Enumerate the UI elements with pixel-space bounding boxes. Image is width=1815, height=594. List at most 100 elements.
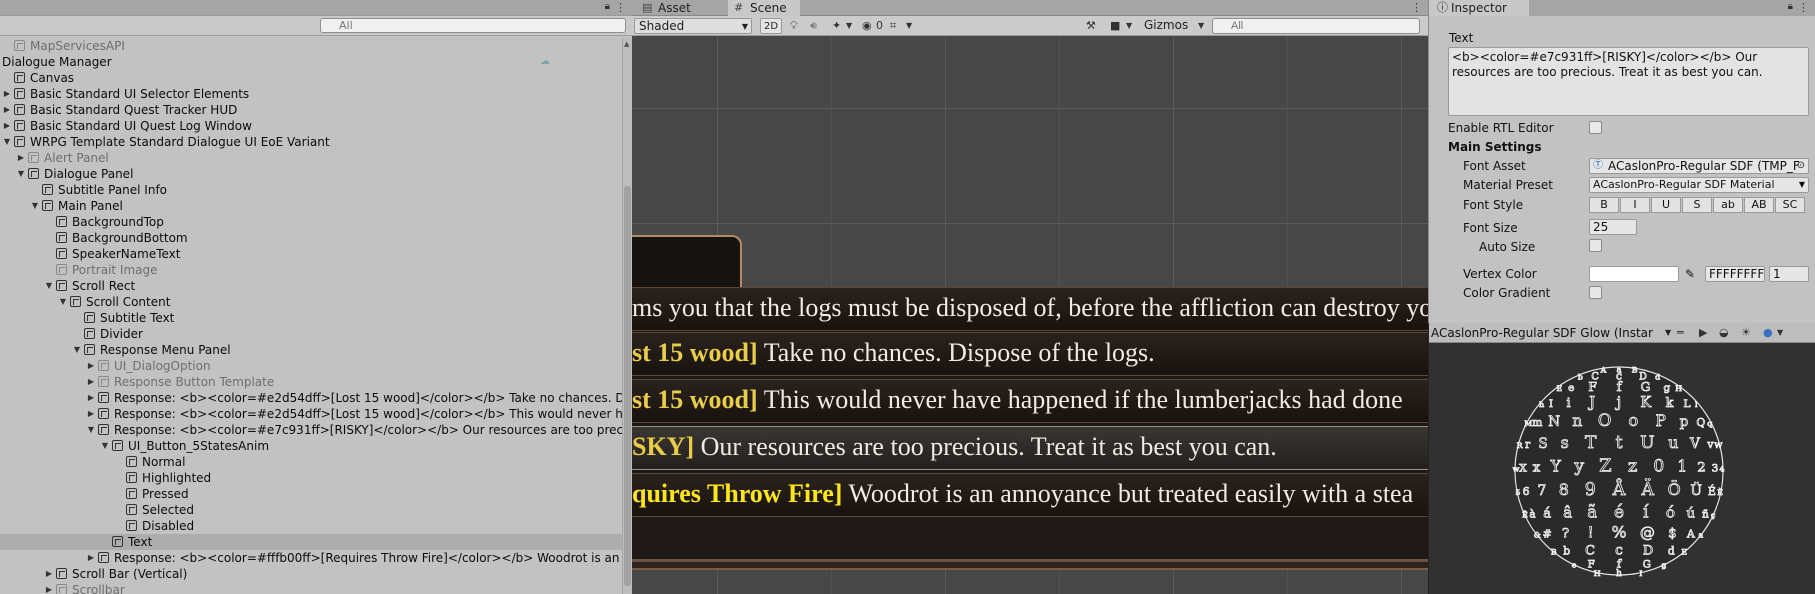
chevron-down-icon[interactable]: ▼: [1198, 18, 1204, 34]
hierarchy-item[interactable]: Pressed: [0, 486, 622, 502]
vertex-color-hex-field[interactable]: FFFFFFFF: [1705, 266, 1765, 282]
eyedropper-icon[interactable]: ✎: [1685, 267, 1695, 281]
hierarchy-item[interactable]: ▼ Scroll Rect: [0, 278, 622, 294]
expand-down-arrow-icon[interactable]: ▼: [58, 294, 68, 310]
hierarchy-item[interactable]: Canvas: [0, 70, 622, 86]
gizmos-button[interactable]: Gizmos: [1144, 18, 1188, 34]
hierarchy-item[interactable]: ▼ Main Panel: [0, 198, 622, 214]
material-preset-dropdown[interactable]: ACaslonPro-Regular SDF Material ▼: [1589, 177, 1809, 193]
vertex-color-swatch[interactable]: [1589, 266, 1679, 282]
light-toggle-icon[interactable]: ☀: [1741, 325, 1751, 341]
expand-down-arrow-icon[interactable]: ▼: [2, 134, 12, 150]
expand-right-arrow-icon[interactable]: ▶: [86, 374, 96, 390]
effects-icon[interactable]: ✦: [832, 18, 841, 34]
preview-material-name[interactable]: ACaslonPro-Regular SDF Glow (Instar: [1431, 325, 1663, 341]
timeline-icon[interactable]: ═: [1677, 325, 1684, 341]
expand-down-arrow-icon[interactable]: ▼: [72, 342, 82, 358]
expand-right-arrow-icon[interactable]: ▶: [86, 550, 96, 566]
expand-right-arrow-icon[interactable]: ▶: [44, 582, 54, 594]
font-style-strikethrough-button[interactable]: S: [1682, 197, 1712, 213]
color-gradient-checkbox[interactable]: [1589, 286, 1602, 299]
expand-right-arrow-icon[interactable]: ▶: [86, 358, 96, 374]
response-button[interactable]: st 15 wood] Take no chances. Dispose of …: [632, 332, 1428, 376]
response-button[interactable]: quires Throw Fire] Woodrot is an annoyan…: [632, 473, 1428, 517]
response-button[interactable]: SKY] Our resources are too precious. Tre…: [632, 426, 1428, 470]
hierarchy-item[interactable]: ▼ Scroll Content: [0, 294, 622, 310]
camera-icon[interactable]: ■: [1110, 18, 1120, 34]
hierarchy-item[interactable]: ▶ Basic Standard UI Quest Log Window: [0, 118, 622, 134]
tab-asset-store[interactable]: ▤ Asset Store: [636, 0, 726, 31]
kebab-menu-icon[interactable]: ⋮: [615, 1, 626, 14]
shading-mode-dropdown[interactable]: Shaded ▼: [634, 18, 752, 34]
grid-snap-icon[interactable]: ⌗: [890, 18, 896, 34]
expand-down-arrow-icon[interactable]: ▼: [30, 198, 40, 214]
enable-rtl-checkbox[interactable]: [1589, 121, 1602, 134]
audio-icon[interactable]: 🔊︎: [810, 18, 817, 34]
hierarchy-item[interactable]: Selected: [0, 502, 622, 518]
hierarchy-item[interactable]: Divider: [0, 326, 622, 342]
hierarchy-item[interactable]: ▼ Response Menu Panel: [0, 342, 622, 358]
expand-down-arrow-icon[interactable]: ▼: [100, 438, 110, 454]
hierarchy-item[interactable]: Normal: [0, 454, 622, 470]
expand-right-arrow-icon[interactable]: ▶: [44, 566, 54, 582]
auto-size-checkbox[interactable]: [1589, 239, 1602, 252]
hierarchy-item[interactable]: BackgroundTop: [0, 214, 622, 230]
hierarchy-item[interactable]: ▶ Response: <b><color=#e2d54dff>[Lost 15 …: [0, 406, 632, 422]
scene-search-input[interactable]: [1212, 18, 1420, 34]
toggle-2d-button[interactable]: 2D: [760, 18, 782, 34]
hierarchy-item[interactable]: Text: [0, 534, 622, 550]
font-style-lowercase-button[interactable]: ab: [1713, 197, 1743, 213]
hierarchy-item[interactable]: Dialogue Manager: [0, 54, 622, 70]
vertex-alpha-field[interactable]: 1: [1769, 266, 1809, 282]
hierarchy-item[interactable]: ▼ WRPG Template Standard Dialogue UI EoE …: [0, 134, 622, 150]
hierarchy-item[interactable]: Highlighted: [0, 470, 622, 486]
hierarchy-item[interactable]: Disabled: [0, 518, 622, 534]
font-style-smallcaps-button[interactable]: SC: [1775, 197, 1805, 213]
chevron-down-icon[interactable]: ▼: [1665, 325, 1671, 341]
hierarchy-item[interactable]: ▶ Response: <b><color=#fffb00ff>[Requires…: [0, 550, 632, 566]
chevron-down-icon[interactable]: ▼: [846, 18, 852, 34]
hierarchy-item[interactable]: ▶ Scrollbar: [0, 582, 622, 594]
lighting-icon[interactable]: 💡︎: [790, 18, 798, 34]
response-button[interactable]: st 15 wood] This would never have happen…: [632, 379, 1428, 423]
play-icon[interactable]: ▶: [1699, 325, 1707, 341]
hierarchy-item[interactable]: ▼ UI_Button_5StatesAnim: [0, 438, 622, 454]
tools-icon[interactable]: ⚒: [1086, 18, 1096, 34]
expand-right-arrow-icon[interactable]: ▶: [86, 390, 96, 406]
hierarchy-item[interactable]: BackgroundBottom: [0, 230, 622, 246]
hierarchy-item[interactable]: ▶ Response: <b><color=#e2d54dff>[Lost 15 …: [0, 390, 632, 406]
hierarchy-item[interactable]: ▼ Response: <b><color=#e7c931ff>[RISKY]</…: [0, 422, 632, 438]
lock-icon[interactable]: 🔒︎: [1788, 1, 1793, 12]
expand-right-arrow-icon[interactable]: ▶: [2, 118, 12, 134]
tab-inspector[interactable]: ⓘ Inspector: [1429, 0, 1529, 16]
scroll-up-arrow-icon[interactable]: ▲: [624, 40, 629, 48]
hierarchy-item[interactable]: ▶ Alert Panel: [0, 150, 622, 166]
chevron-down-icon[interactable]: ▼: [1777, 325, 1783, 341]
kebab-menu-icon[interactable]: ⋮: [1798, 0, 1809, 16]
expand-down-arrow-icon[interactable]: ▼: [44, 278, 54, 294]
lock-icon[interactable]: 🔒︎: [605, 1, 610, 12]
expand-right-arrow-icon[interactable]: ▶: [16, 150, 26, 166]
hierarchy-item[interactable]: MapServicesAPI: [0, 38, 622, 54]
expand-right-arrow-icon[interactable]: ▶: [86, 406, 96, 422]
scrollbar-thumb[interactable]: [624, 186, 631, 586]
font-style-uppercase-button[interactable]: AB: [1744, 197, 1774, 213]
preview-shape-icon[interactable]: ●: [1763, 325, 1773, 341]
hierarchy-item[interactable]: Subtitle Panel Info: [0, 182, 622, 198]
font-style-bold-button[interactable]: B: [1589, 197, 1619, 213]
text-input-area[interactable]: <b><color=#e7c931ff>[RISKY]</color></b> …: [1448, 47, 1809, 116]
hidden-objects-icon[interactable]: ◉: [862, 18, 872, 34]
hierarchy-search-input[interactable]: [320, 18, 626, 33]
tab-scene[interactable]: # Scene: [728, 0, 800, 16]
hierarchy-item[interactable]: ▶ UI_DialogOption: [0, 358, 622, 374]
expand-down-arrow-icon[interactable]: ▼: [86, 422, 96, 438]
font-style-italic-button[interactable]: I: [1620, 197, 1650, 213]
expand-down-arrow-icon[interactable]: ▼: [16, 166, 26, 182]
expand-right-arrow-icon[interactable]: ▶: [2, 86, 12, 102]
kebab-menu-icon[interactable]: ⋮: [1411, 0, 1422, 16]
sphere-mesh-icon[interactable]: ◒: [1719, 325, 1729, 341]
hierarchy-item[interactable]: ▼ Dialogue Panel: [0, 166, 622, 182]
font-style-underline-button[interactable]: U: [1651, 197, 1681, 213]
chevron-down-icon[interactable]: ▼: [1126, 18, 1132, 34]
hierarchy-item[interactable]: ▶ Basic Standard Quest Tracker HUD: [0, 102, 622, 118]
